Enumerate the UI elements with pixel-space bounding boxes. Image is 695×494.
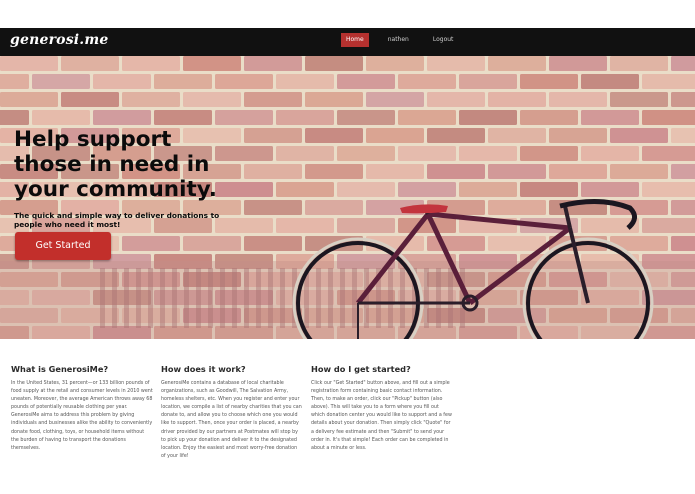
column-how-it-works: How does it work? GenerosiMe contains a … [161,364,303,461]
column-body: In the United States, 31 percent—or 133 … [11,381,153,451]
nav-item-home[interactable]: Home [341,33,369,47]
hero-banner: Help support those in need in your commu… [0,56,695,339]
hero-subtitle: The quick and simple way to deliver dona… [14,211,220,229]
nav-item-logout[interactable]: Logout [428,33,459,47]
column-get-started: How do I get started? Click our "Get Sta… [311,364,453,453]
column-body: Click our "Get Started" button above, an… [311,381,452,451]
get-started-button[interactable]: Get Started [15,232,111,260]
nav-menu: Home nathen Logout [341,33,472,47]
hero-title: Help support those in need in your commu… [14,127,217,202]
column-heading: How does it work? [161,364,246,374]
nav-item-user[interactable]: nathen [383,33,414,47]
column-what-is: What is GenerosiMe? In the United States… [11,364,153,453]
column-heading: What is GenerosiMe? [11,364,109,374]
top-navbar: generosi.me Home nathen Logout [0,28,695,56]
column-body: GenerosiMe contains a database of local … [161,381,302,459]
column-heading: How do I get started? [311,364,411,374]
brand-logo[interactable]: generosi.me [10,32,109,48]
